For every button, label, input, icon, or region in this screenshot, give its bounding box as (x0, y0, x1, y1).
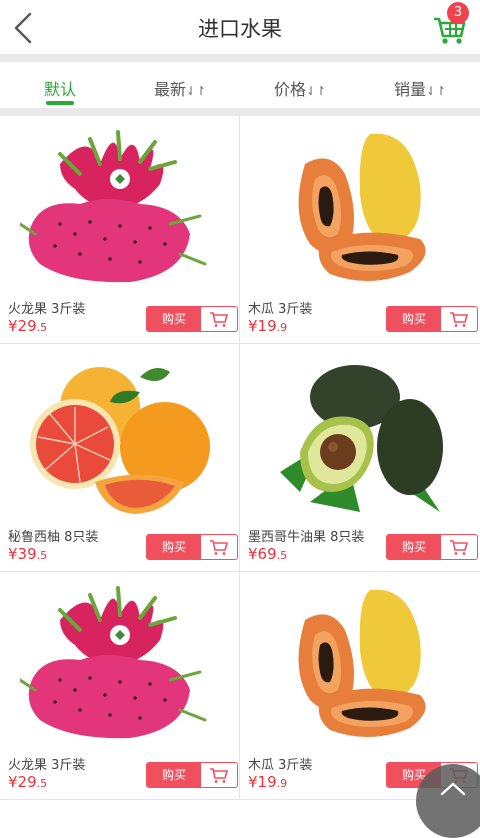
grapefruit-image (30, 367, 210, 514)
tab-label: 最新 (153, 80, 186, 99)
sort-arrows-icon: ⇃↾ (185, 84, 207, 98)
add-to-cart-icon (450, 312, 469, 327)
tab-price[interactable]: 价格⇃↾ (240, 62, 360, 108)
buy-label: 购买 (387, 535, 441, 559)
tab-newest[interactable]: 最新⇃↾ (120, 62, 240, 108)
add-to-cart-icon (450, 540, 469, 555)
chevron-up-icon (440, 782, 466, 796)
product-card[interactable]: 火龙果 3斤装 ¥29.5 购买 (0, 116, 240, 344)
price-integer: 19 (257, 317, 277, 335)
product-price: ¥39.5 (8, 545, 47, 563)
product-name: 墨西哥牛油果 8只装 (248, 530, 365, 545)
buy-button[interactable]: 购买 (146, 762, 238, 788)
product-name: 秘鲁西柚 8只装 (8, 530, 99, 545)
dragon-fruit-image (20, 586, 207, 739)
product-price: ¥29.5 (8, 773, 47, 791)
product-card[interactable]: 秘鲁西柚 8只装 ¥39.5 购买 (0, 344, 240, 572)
product-grid: 火龙果 3斤装 ¥29.5 购买 木瓜 3斤装 ¥19.9 购买 秘鲁西柚 8只… (0, 116, 480, 800)
top-bar: 进口水果 3 (0, 0, 480, 54)
buy-label: 购买 (147, 763, 201, 787)
product-card[interactable]: 木瓜 3斤装 ¥19.9 购买 (240, 116, 480, 344)
divider (0, 108, 480, 116)
add-to-cart-icon (210, 312, 229, 327)
buy-button[interactable]: 购买 (386, 306, 478, 332)
buy-label: 购买 (147, 535, 201, 559)
papaya-image (298, 133, 426, 282)
add-to-cart-icon (210, 540, 229, 555)
product-card[interactable]: 墨西哥牛油果 8只装 ¥69.5 购买 (240, 344, 480, 572)
product-name: 火龙果 3斤装 (8, 758, 86, 773)
cart-count-badge: 3 (447, 2, 469, 24)
add-to-cart-icon (210, 768, 229, 783)
price-integer: 39 (17, 545, 37, 563)
currency-symbol: ¥ (248, 773, 258, 791)
tab-label: 默认 (43, 80, 76, 99)
papaya-image (298, 589, 426, 738)
avocado-image (280, 365, 443, 512)
buy-button[interactable]: 购买 (146, 306, 238, 332)
tab-label: 价格 (273, 80, 306, 99)
price-decimal: .9 (276, 321, 288, 334)
price-integer: 19 (257, 773, 277, 791)
price-decimal: .5 (36, 549, 48, 562)
price-integer: 29 (17, 317, 37, 335)
buy-label: 购买 (147, 307, 201, 331)
product-price: ¥29.5 (8, 317, 47, 335)
sort-arrows-icon: ⇃↾ (425, 84, 447, 98)
price-integer: 69 (257, 545, 277, 563)
dragon-fruit-image (20, 130, 207, 283)
scroll-to-top-button[interactable] (416, 764, 480, 838)
currency-symbol: ¥ (8, 317, 18, 335)
product-name: 木瓜 3斤装 (248, 758, 313, 773)
buy-button[interactable]: 购买 (386, 534, 478, 560)
product-price: ¥19.9 (248, 317, 287, 335)
buy-label: 购买 (387, 307, 441, 331)
price-decimal: .5 (36, 321, 48, 334)
product-price: ¥69.5 (248, 545, 287, 563)
active-tab-indicator (46, 101, 74, 105)
product-price: ¥19.9 (248, 773, 287, 791)
tab-default[interactable]: 默认 (0, 62, 120, 108)
price-decimal: .9 (276, 777, 288, 790)
price-integer: 29 (17, 773, 37, 791)
tab-sales[interactable]: 销量⇃↾ (360, 62, 480, 108)
product-name: 木瓜 3斤装 (248, 302, 313, 317)
currency-symbol: ¥ (8, 545, 18, 563)
product-name: 火龙果 3斤装 (8, 302, 86, 317)
page-title: 进口水果 (198, 17, 282, 41)
price-decimal: .5 (36, 777, 48, 790)
tab-label: 销量 (393, 80, 426, 99)
currency-symbol: ¥ (248, 545, 258, 563)
product-card[interactable]: 火龙果 3斤装 ¥29.5 购买 (0, 572, 240, 800)
buy-button[interactable]: 购买 (146, 534, 238, 560)
currency-symbol: ¥ (248, 317, 258, 335)
price-decimal: .5 (276, 549, 288, 562)
currency-symbol: ¥ (8, 773, 18, 791)
divider (0, 54, 480, 62)
sort-arrows-icon: ⇃↾ (305, 84, 327, 98)
sort-tabs: 默认 最新⇃↾ 价格⇃↾ 销量⇃↾ (0, 62, 480, 108)
